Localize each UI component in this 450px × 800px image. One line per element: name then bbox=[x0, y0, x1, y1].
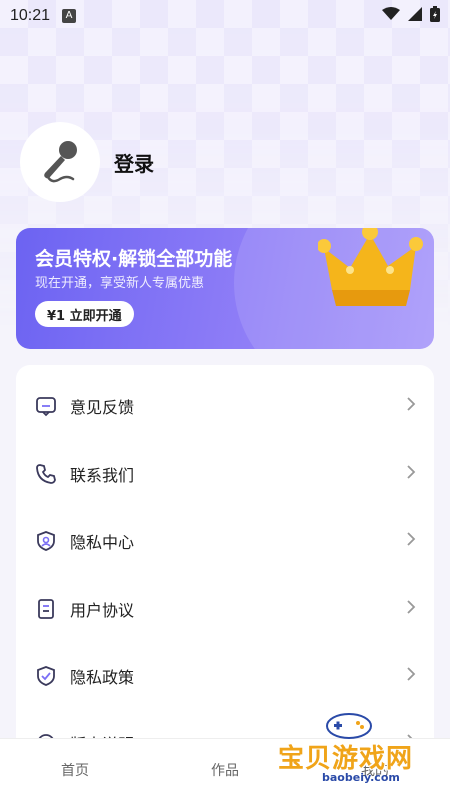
menu-label: 意见反馈 bbox=[70, 398, 135, 417]
login-label[interactable]: 登录 bbox=[114, 148, 154, 177]
vip-title: 会员特权·解锁全部功能 bbox=[35, 248, 233, 270]
chevron-right-icon bbox=[406, 464, 416, 484]
watermark: 宝贝游戏网 baobeiy.com bbox=[272, 706, 450, 800]
microphone-icon bbox=[35, 135, 85, 189]
vip-open-button[interactable]: ¥1 立即开通 bbox=[35, 301, 134, 327]
status-time: 10:21 bbox=[10, 7, 51, 24]
wifi-icon bbox=[382, 7, 400, 25]
menu-item-feedback[interactable]: 意见反馈 bbox=[16, 378, 434, 434]
status-bar: 10:21 A bbox=[0, 0, 450, 32]
menu-item-privacy-center[interactable]: 隐私中心 bbox=[16, 513, 434, 569]
chevron-right-icon bbox=[406, 531, 416, 551]
vip-banner[interactable]: 会员特权·解锁全部功能 现在开通，享受新人专属优惠 ¥1 立即开通 bbox=[16, 228, 434, 349]
menu-item-privacy-policy[interactable]: 隐私政策 bbox=[16, 648, 434, 704]
message-icon bbox=[34, 394, 58, 418]
signal-icon bbox=[408, 7, 422, 25]
vip-subtitle: 现在开通，享受新人专属优惠 bbox=[35, 276, 205, 291]
menu-label: 隐私政策 bbox=[70, 668, 135, 687]
menu-label: 隐私中心 bbox=[70, 533, 135, 552]
menu-item-user-agreement[interactable]: 用户协议 bbox=[16, 581, 434, 637]
tab-home[interactable]: 首页 bbox=[0, 739, 150, 800]
notification-icon: A bbox=[62, 9, 77, 23]
watermark-url: baobeiy.com bbox=[322, 771, 400, 784]
watermark-text: 宝贝游戏网 bbox=[278, 744, 414, 774]
crown-icon bbox=[317, 228, 428, 324]
chevron-right-icon bbox=[406, 396, 416, 416]
battery-icon bbox=[430, 6, 440, 26]
shield-user-icon bbox=[34, 529, 58, 553]
chevron-right-icon bbox=[406, 666, 416, 686]
profile-header[interactable]: 登录 bbox=[20, 122, 154, 202]
phone-icon bbox=[34, 462, 58, 486]
menu-item-contact[interactable]: 联系我们 bbox=[16, 446, 434, 502]
document-icon bbox=[34, 597, 58, 621]
menu-label: 用户协议 bbox=[70, 601, 135, 620]
menu-label: 联系我们 bbox=[70, 466, 135, 485]
avatar[interactable] bbox=[20, 122, 100, 202]
chevron-right-icon bbox=[406, 599, 416, 619]
shield-check-icon bbox=[34, 664, 58, 688]
